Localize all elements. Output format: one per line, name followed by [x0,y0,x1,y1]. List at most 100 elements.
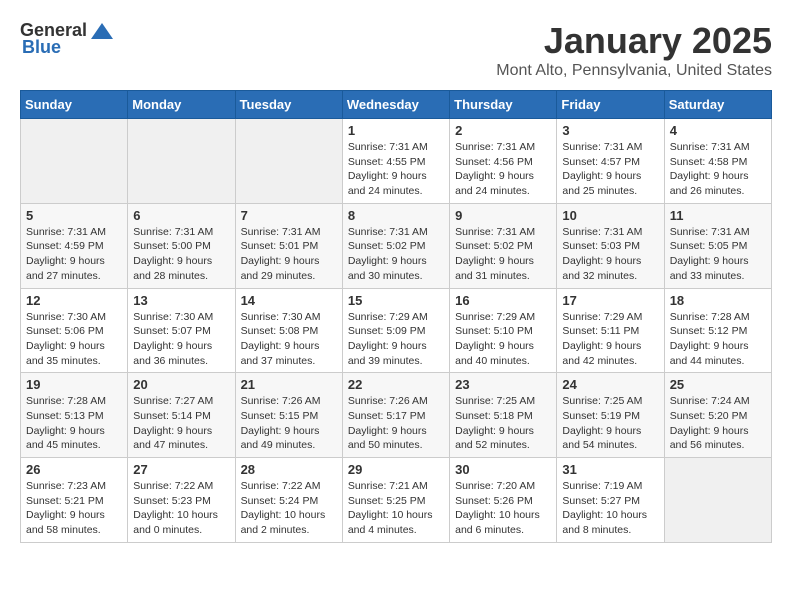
day-detail: Sunrise: 7:31 AMSunset: 4:58 PMDaylight:… [670,140,766,199]
calendar-week-row: 19 Sunrise: 7:28 AMSunset: 5:13 PMDayligh… [21,373,772,458]
day-number: 15 [348,293,444,308]
day-number: 10 [562,208,658,223]
day-number: 6 [133,208,229,223]
day-detail: Sunrise: 7:20 AMSunset: 5:26 PMDaylight:… [455,479,551,538]
table-row: 5Sunrise: 7:31 AMSunset: 4:59 PMDaylight… [21,203,128,288]
day-number: 4 [670,123,766,138]
day-number: 28 [241,462,337,477]
table-row: 16Sunrise: 7:29 AMSunset: 5:10 PMDayligh… [450,288,557,373]
table-row: 21Sunrise: 7:26 AMSunset: 5:15 PMDayligh… [235,373,342,458]
day-number: 26 [26,462,122,477]
day-number: 31 [562,462,658,477]
day-number: 17 [562,293,658,308]
day-detail: Sunrise: 7:30 AMSunset: 5:08 PMDaylight:… [241,310,337,369]
day-number: 25 [670,377,766,392]
day-detail: Sunrise: 7:30 AMSunset: 5:07 PMDaylight:… [133,310,229,369]
table-row: 27 Sunrise: 7:22 AMSunset: 5:23 PMDayligh… [128,458,235,543]
day-detail: Sunrise: 7:31 AMSunset: 4:57 PMDaylight:… [562,140,658,199]
day-detail: Sunrise: 7:27 AMSunset: 5:14 PMDaylight:… [133,394,229,453]
day-detail: Sunrise: 7:19 AMSunset: 5:27 PMDaylight:… [562,479,658,538]
table-row: 22 Sunrise: 7:26 AMSunset: 5:17 PMDayligh… [342,373,449,458]
table-row: 4 Sunrise: 7:31 AMSunset: 4:58 PMDaylight… [664,119,771,204]
day-detail: Sunrise: 7:22 AMSunset: 5:23 PMDaylight:… [133,479,229,538]
table-row: 14 Sunrise: 7:30 AMSunset: 5:08 PMDayligh… [235,288,342,373]
day-number: 20 [133,377,229,392]
day-number: 27 [133,462,229,477]
day-number: 14 [241,293,337,308]
day-number: 12 [26,293,122,308]
day-detail: Sunrise: 7:31 AMSunset: 5:03 PMDaylight:… [562,225,658,284]
location-subtitle: Mont Alto, Pennsylvania, United States [496,62,772,80]
day-number: 11 [670,208,766,223]
day-number: 8 [348,208,444,223]
table-row: 25 Sunrise: 7:24 AMSunset: 5:20 PMDayligh… [664,373,771,458]
header-thursday: Thursday [450,91,557,119]
day-number: 30 [455,462,551,477]
day-detail: Sunrise: 7:22 AMSunset: 5:24 PMDaylight:… [241,479,337,538]
day-detail: Sunrise: 7:26 AMSunset: 5:17 PMDaylight:… [348,394,444,453]
logo: General Blue [20,20,117,58]
day-detail: Sunrise: 7:29 AMSunset: 5:10 PMDaylight:… [455,310,551,369]
day-detail: Sunrise: 7:31 AMSunset: 5:02 PMDaylight:… [455,225,551,284]
table-row: 30 Sunrise: 7:20 AMSunset: 5:26 PMDayligh… [450,458,557,543]
day-detail: Sunrise: 7:28 AMSunset: 5:13 PMDaylight:… [26,394,122,453]
day-number: 3 [562,123,658,138]
table-row: 20 Sunrise: 7:27 AMSunset: 5:14 PMDayligh… [128,373,235,458]
header-sunday: Sunday [21,91,128,119]
calendar-week-row: 1 Sunrise: 7:31 AMSunset: 4:55 PMDaylight… [21,119,772,204]
day-detail: Sunrise: 7:31 AMSunset: 4:59 PMDaylight:… [26,225,122,284]
logo-icon [89,21,115,41]
day-detail: Sunrise: 7:28 AMSunset: 5:12 PMDaylight:… [670,310,766,369]
day-detail: Sunrise: 7:25 AMSunset: 5:18 PMDaylight:… [455,394,551,453]
table-row: 19 Sunrise: 7:28 AMSunset: 5:13 PMDayligh… [21,373,128,458]
table-row [664,458,771,543]
day-detail: Sunrise: 7:31 AMSunset: 5:02 PMDaylight:… [348,225,444,284]
day-number: 2 [455,123,551,138]
day-number: 22 [348,377,444,392]
table-row: 31 Sunrise: 7:19 AMSunset: 5:27 PMDayligh… [557,458,664,543]
table-row: 28 Sunrise: 7:22 AMSunset: 5:24 PMDayligh… [235,458,342,543]
day-detail: Sunrise: 7:25 AMSunset: 5:19 PMDaylight:… [562,394,658,453]
header: General Blue January 2025 Mont Alto, Pen… [20,20,772,80]
table-row: 15Sunrise: 7:29 AMSunset: 5:09 PMDayligh… [342,288,449,373]
day-number: 13 [133,293,229,308]
day-detail: Sunrise: 7:31 AMSunset: 5:05 PMDaylight:… [670,225,766,284]
day-number: 19 [26,377,122,392]
table-row: 13 Sunrise: 7:30 AMSunset: 5:07 PMDayligh… [128,288,235,373]
table-row [235,119,342,204]
day-detail: Sunrise: 7:29 AMSunset: 5:11 PMDaylight:… [562,310,658,369]
day-number: 18 [670,293,766,308]
day-detail: Sunrise: 7:31 AMSunset: 5:00 PMDaylight:… [133,225,229,284]
title-area: January 2025 Mont Alto, Pennsylvania, Un… [496,20,772,80]
day-number: 23 [455,377,551,392]
day-number: 7 [241,208,337,223]
header-monday: Monday [128,91,235,119]
header-tuesday: Tuesday [235,91,342,119]
day-number: 1 [348,123,444,138]
day-detail: Sunrise: 7:31 AMSunset: 4:56 PMDaylight:… [455,140,551,199]
table-row: 1 Sunrise: 7:31 AMSunset: 4:55 PMDaylight… [342,119,449,204]
month-title: January 2025 [496,20,772,62]
day-detail: Sunrise: 7:26 AMSunset: 5:15 PMDaylight:… [241,394,337,453]
table-row: 8 Sunrise: 7:31 AMSunset: 5:02 PMDaylight… [342,203,449,288]
day-detail: Sunrise: 7:23 AMSunset: 5:21 PMDaylight:… [26,479,122,538]
table-row: 11 Sunrise: 7:31 AMSunset: 5:05 PMDayligh… [664,203,771,288]
day-number: 29 [348,462,444,477]
calendar-week-row: 5Sunrise: 7:31 AMSunset: 4:59 PMDaylight… [21,203,772,288]
header-wednesday: Wednesday [342,91,449,119]
calendar-table: Sunday Monday Tuesday Wednesday Thursday… [20,90,772,543]
day-detail: Sunrise: 7:21 AMSunset: 5:25 PMDaylight:… [348,479,444,538]
table-row: 2 Sunrise: 7:31 AMSunset: 4:56 PMDaylight… [450,119,557,204]
table-row: 24Sunrise: 7:25 AMSunset: 5:19 PMDayligh… [557,373,664,458]
day-detail: Sunrise: 7:31 AMSunset: 5:01 PMDaylight:… [241,225,337,284]
day-detail: Sunrise: 7:24 AMSunset: 5:20 PMDaylight:… [670,394,766,453]
table-row: 7 Sunrise: 7:31 AMSunset: 5:01 PMDaylight… [235,203,342,288]
calendar-week-row: 26 Sunrise: 7:23 AMSunset: 5:21 PMDayligh… [21,458,772,543]
weekday-header-row: Sunday Monday Tuesday Wednesday Thursday… [21,91,772,119]
table-row: 23 Sunrise: 7:25 AMSunset: 5:18 PMDayligh… [450,373,557,458]
table-row: 26 Sunrise: 7:23 AMSunset: 5:21 PMDayligh… [21,458,128,543]
day-number: 9 [455,208,551,223]
table-row: 6 Sunrise: 7:31 AMSunset: 5:00 PMDaylight… [128,203,235,288]
table-row: 18 Sunrise: 7:28 AMSunset: 5:12 PMDayligh… [664,288,771,373]
day-detail: Sunrise: 7:31 AMSunset: 4:55 PMDaylight:… [348,140,444,199]
